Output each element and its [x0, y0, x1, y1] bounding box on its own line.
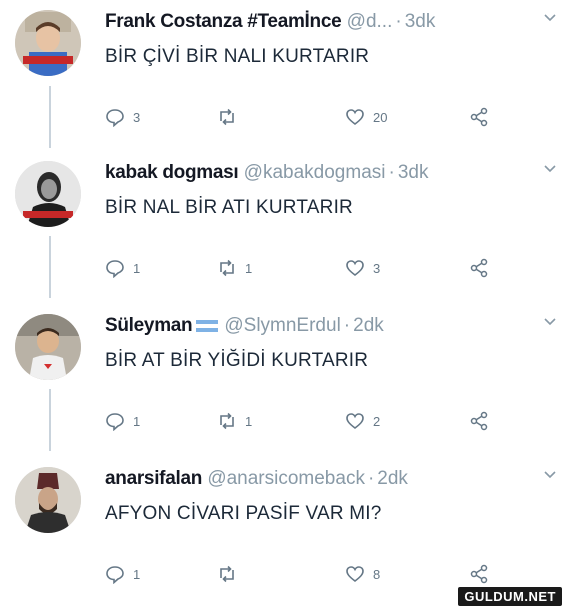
tweet[interactable]: kabak dogması @kabakdogmasi · 3dk BİR NAL … — [0, 151, 568, 301]
retweet-icon — [220, 259, 234, 277]
like-count: 20 — [373, 109, 388, 125]
tweet[interactable]: anarsifalan @anarsicomeback · 2dk AFYON Cİ… — [0, 457, 568, 607]
ottoman-portrait-avatar — [15, 467, 81, 533]
reply-button[interactable]: 3 — [105, 105, 140, 129]
share-icon — [470, 564, 488, 584]
separator-dot: · — [343, 315, 351, 336]
reply-icon — [106, 260, 124, 278]
tweet-text: BİR NAL BİR ATI KURTARIR — [105, 197, 353, 218]
username[interactable]: @anarsicomeback — [207, 468, 365, 489]
share-button[interactable] — [469, 256, 497, 280]
share-icon — [470, 107, 488, 127]
heart-icon — [346, 566, 364, 583]
retweet-button[interactable] — [217, 562, 245, 586]
man-portrait-avatar — [15, 161, 81, 227]
heart-icon — [346, 109, 364, 126]
retweet-icon — [220, 412, 234, 430]
reply-icon — [106, 109, 124, 127]
timestamp[interactable]: 3dk — [398, 162, 429, 183]
reply-icon — [106, 566, 124, 584]
avatar[interactable] — [15, 314, 81, 380]
reply-button[interactable]: 1 — [105, 562, 140, 586]
like-button[interactable]: 20 — [345, 105, 387, 129]
retweet-count: 1 — [245, 413, 253, 429]
reply-icon — [106, 413, 124, 431]
reply-count: 3 — [133, 109, 141, 125]
timestamp[interactable]: 2dk — [353, 315, 384, 336]
tweet[interactable]: Süleyman @SlymnErdul · 2dk BİR AT BİR YİĞİD… — [0, 304, 568, 454]
tweet[interactable]: Frank Costanza #Teamİnce @d... · 3dk BİR Ç… — [0, 0, 568, 150]
timestamp[interactable]: 3dk — [405, 11, 436, 32]
retweet-icon — [220, 565, 234, 583]
reply-button[interactable]: 1 — [105, 409, 140, 433]
retweet-button[interactable] — [217, 105, 245, 129]
share-button[interactable] — [469, 105, 497, 129]
display-name[interactable]: Süleyman — [105, 315, 193, 336]
retweet-button[interactable]: 1 — [217, 256, 252, 280]
share-icon — [470, 258, 488, 278]
tweet-header: anarsifalan @anarsicomeback · 2dk — [105, 467, 408, 491]
heart-icon — [346, 413, 364, 430]
like-button[interactable]: 2 — [345, 409, 380, 433]
tweet-actions: 3 20 — [105, 105, 525, 129]
separator-dot: · — [388, 162, 395, 183]
tweet-actions: 1 1 2 — [105, 409, 525, 433]
separator-dot: · — [395, 11, 402, 32]
reply-button[interactable]: 1 — [105, 256, 140, 280]
reply-count: 1 — [133, 566, 141, 582]
like-count: 2 — [373, 413, 381, 429]
tweet-text: BİR ÇİVİ BİR NALI KURTARIR — [105, 46, 370, 67]
avatar[interactable] — [15, 467, 81, 533]
like-button[interactable]: 8 — [345, 562, 380, 586]
retweet-button[interactable]: 1 — [217, 409, 252, 433]
chevron-down-icon[interactable] — [544, 318, 556, 326]
tweet-actions: 1 8 — [105, 562, 525, 586]
display-name[interactable]: kabak dogması — [105, 162, 239, 183]
child-photo-avatar — [15, 314, 81, 380]
avatar[interactable] — [15, 10, 81, 76]
separator-dot: · — [367, 468, 375, 489]
reply-count: 1 — [133, 413, 141, 429]
username[interactable]: @kabakdogmasi — [244, 162, 386, 183]
display-name[interactable]: anarsifalan — [105, 468, 202, 489]
retweet-count: 1 — [245, 260, 253, 276]
username[interactable]: @d... — [347, 11, 393, 32]
avatar[interactable] — [15, 161, 81, 227]
tweet-header: kabak dogması @kabakdogmasi · 3dk — [105, 161, 428, 185]
display-name[interactable]: Frank Costanza #Teamİnce — [105, 11, 342, 32]
boy-photo-avatar — [15, 10, 81, 76]
timestamp[interactable]: 2dk — [377, 468, 408, 489]
tweet-header: Süleyman @SlymnErdul · 2dk — [105, 314, 384, 338]
username[interactable]: @SlymnErdul — [224, 315, 340, 336]
watermark: GULDUM.NET — [458, 587, 562, 606]
tweet-header: Frank Costanza #Teamİnce @d... · 3dk — [105, 10, 435, 34]
chevron-down-icon[interactable] — [544, 471, 556, 479]
like-button[interactable]: 3 — [345, 256, 380, 280]
share-button[interactable] — [469, 409, 497, 433]
tweet-actions: 1 1 3 — [105, 256, 525, 280]
flag-icon — [196, 319, 219, 332]
heart-icon — [346, 260, 364, 277]
share-button[interactable] — [469, 562, 497, 586]
like-count: 8 — [373, 566, 381, 582]
reply-count: 1 — [133, 260, 141, 276]
tweet-text: AFYON CİVARI PASİF VAR MI? — [105, 503, 382, 524]
like-count: 3 — [373, 260, 381, 276]
chevron-down-icon[interactable] — [544, 14, 556, 22]
retweet-icon — [220, 108, 234, 126]
chevron-down-icon[interactable] — [544, 165, 556, 173]
share-icon — [470, 411, 488, 431]
tweet-text: BİR AT BİR YİĞİDİ KURTARIR — [105, 350, 369, 371]
